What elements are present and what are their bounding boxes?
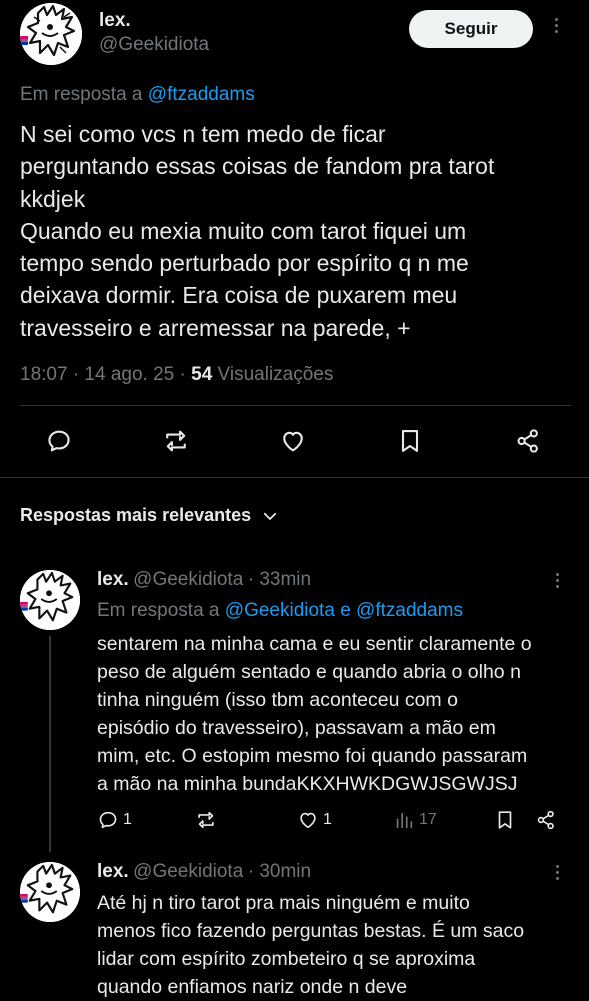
author-handle[interactable]: @Geekidiota	[99, 34, 209, 56]
views-label: Visualizações	[217, 364, 334, 385]
reply-time[interactable]: · 33min	[248, 569, 311, 590]
reply-to-link[interactable]: @ftzaddams	[356, 600, 463, 621]
share-button[interactable]	[511, 424, 545, 458]
reply-to-link[interactable]: @ftzaddams	[148, 84, 255, 105]
repost-icon	[198, 811, 214, 829]
like-button[interactable]	[276, 424, 310, 458]
views-button[interactable]: 17	[393, 805, 437, 835]
views-count: 54	[191, 364, 213, 385]
tweet-time[interactable]: 18:07 · 14 ago. 25 ·	[20, 364, 186, 385]
chevron-down-icon	[263, 512, 277, 520]
avatar-art-icon	[20, 862, 80, 922]
avatar-art-icon	[20, 3, 82, 65]
thread-line	[49, 636, 51, 852]
author-name[interactable]: lex.	[99, 10, 131, 32]
bookmark-button[interactable]	[393, 424, 427, 458]
analytics-icon	[396, 812, 413, 829]
reply-to-link[interactable]: @Geekidiota	[225, 600, 335, 621]
reply-icon	[48, 430, 70, 452]
avatar[interactable]	[20, 862, 80, 922]
repost-button[interactable]	[195, 805, 221, 835]
bookmark-button[interactable]	[494, 805, 516, 835]
reply-header: lex. @Geekidiota · 30min	[97, 861, 311, 883]
reply-prefix: Em resposta a	[20, 84, 143, 105]
reply-count: 1	[123, 811, 132, 828]
reply-action-bar: 1 1 17	[97, 805, 567, 835]
action-bar	[0, 420, 589, 464]
author-name[interactable]: lex.	[97, 569, 129, 590]
like-icon	[283, 431, 303, 452]
author-handle[interactable]: @Geekidiota	[133, 861, 243, 882]
avatar-art-icon	[20, 570, 80, 630]
more-options-icon[interactable]	[556, 865, 559, 880]
like-button[interactable]: 1	[297, 805, 332, 835]
like-count: 1	[323, 811, 332, 828]
reply-context: Em resposta a @ftzaddams	[20, 84, 255, 106]
more-options-icon[interactable]	[556, 573, 559, 588]
reply-and: e	[340, 600, 351, 621]
sort-label: Respostas mais relevantes	[20, 505, 252, 525]
repost-icon	[166, 430, 186, 452]
divider	[20, 405, 571, 406]
author-name[interactable]: lex.	[97, 861, 129, 882]
repost-button[interactable]	[159, 424, 193, 458]
reply-icon	[99, 811, 117, 829]
reply-time[interactable]: · 30min	[248, 861, 311, 882]
views-count: 17	[419, 811, 437, 828]
bookmark-icon	[498, 811, 512, 829]
avatar[interactable]	[20, 570, 80, 630]
reply-text: sentarem na minha cama e eu sentir clara…	[97, 633, 532, 795]
reply-prefix: Em resposta a	[97, 600, 220, 621]
author-handle[interactable]: @Geekidiota	[133, 569, 243, 590]
bookmark-icon	[401, 430, 419, 452]
reply-button[interactable]: 1	[97, 805, 132, 835]
share-icon	[517, 429, 538, 453]
reply-header: lex. @Geekidiota · 33min	[97, 569, 311, 591]
reply-button[interactable]	[42, 424, 76, 458]
tweet-text: N sei como vcs n tem medo de ficar pergu…	[20, 121, 495, 341]
share-icon	[537, 810, 554, 830]
more-options-icon[interactable]	[555, 18, 558, 33]
like-icon	[300, 812, 316, 829]
tweet-meta: 18:07 · 14 ago. 25 · 54 Visualizações	[20, 364, 333, 386]
reply-context: Em resposta a @Geekidiota e @ftzaddams	[97, 600, 463, 622]
divider	[0, 477, 589, 478]
reply-text: Até hj n tiro tarot pra mais ninguém e m…	[97, 892, 525, 998]
follow-button[interactable]: Seguir	[409, 10, 533, 48]
sort-replies-dropdown[interactable]: Respostas mais relevantes	[20, 505, 279, 526]
share-button[interactable]	[535, 805, 557, 835]
avatar[interactable]	[20, 3, 82, 65]
